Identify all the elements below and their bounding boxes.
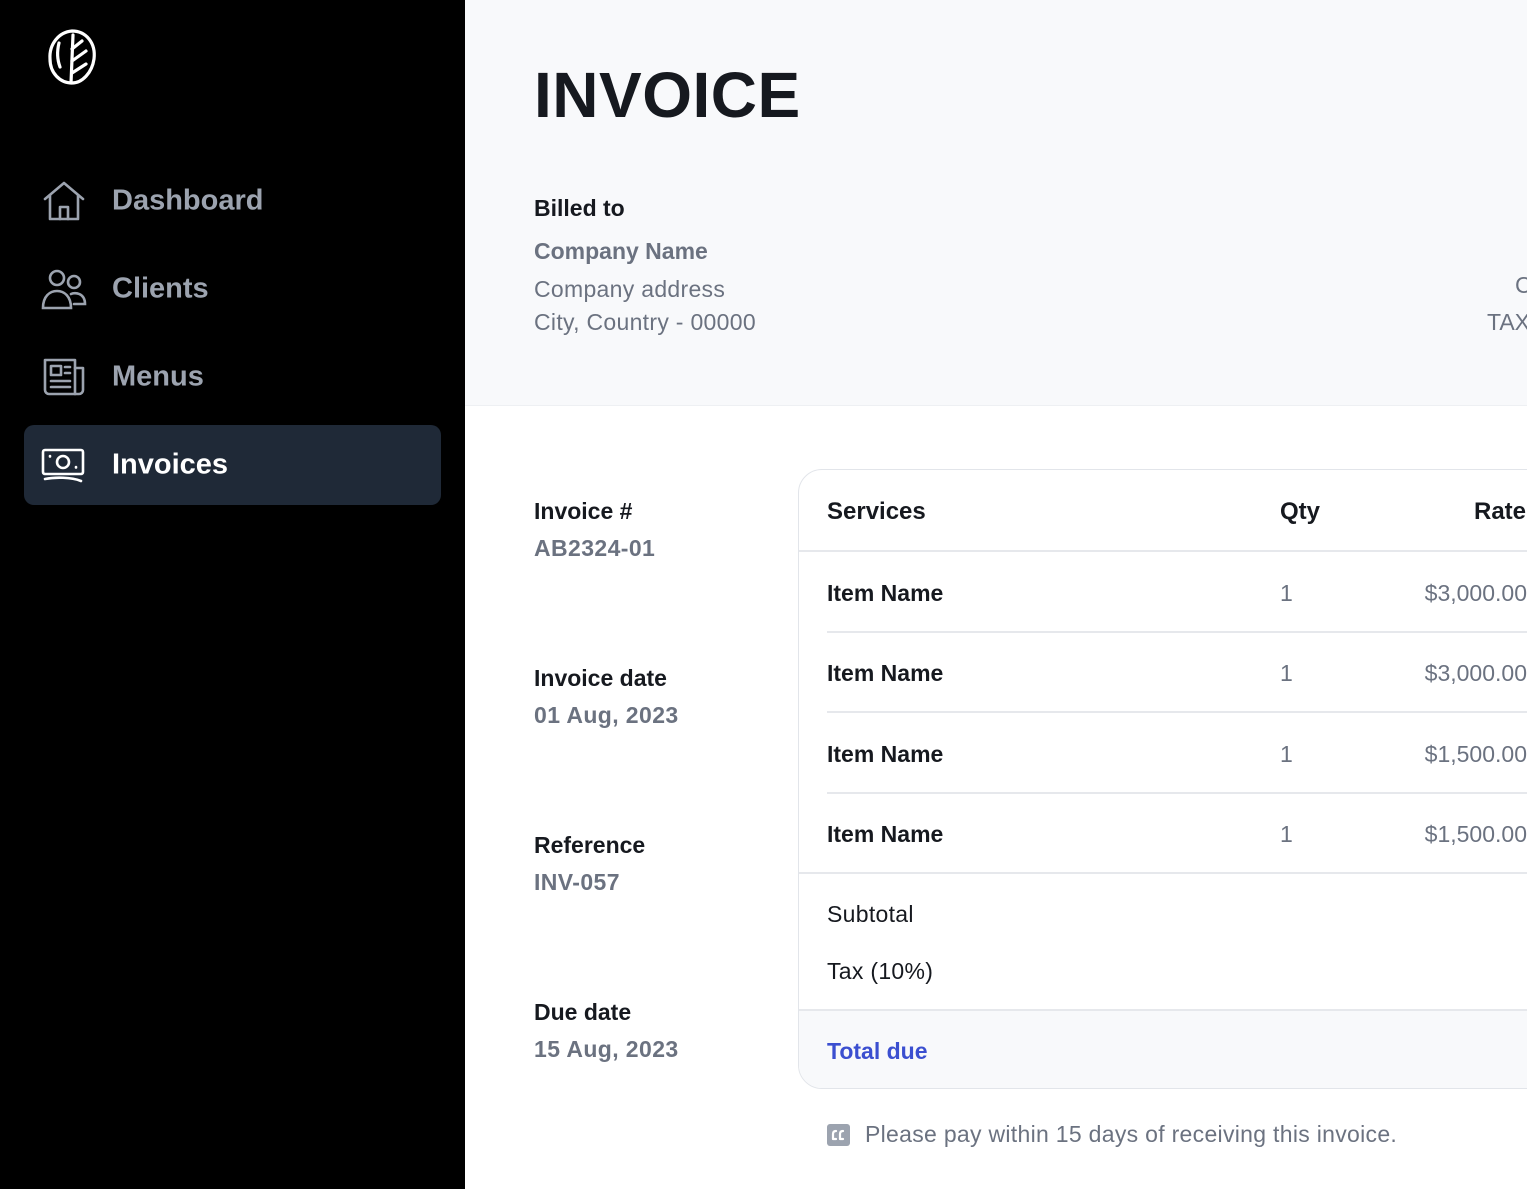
subtotal-label: Subtotal bbox=[827, 901, 914, 927]
divider bbox=[799, 872, 1527, 874]
invoice-number-value: AB2324-01 bbox=[534, 535, 656, 561]
home-icon bbox=[43, 181, 85, 221]
leaf-logo-icon[interactable] bbox=[46, 27, 98, 87]
due-date-label: Due date bbox=[534, 999, 632, 1025]
sidebar-item-label: Dashboard bbox=[112, 184, 264, 217]
users-icon bbox=[41, 269, 87, 310]
services-table: Services Qty Rate Item Name 1 $3,000.00 … bbox=[798, 469, 1527, 1089]
clipped-text: C bbox=[1515, 272, 1527, 298]
company-city: City, Country - 00000 bbox=[534, 309, 756, 335]
item-rate: $3,000.00 bbox=[1424, 580, 1527, 606]
invoice-number-label: Invoice # bbox=[534, 498, 633, 524]
invoice-main: INVOICE Billed to Company Name Company a… bbox=[465, 0, 1527, 1189]
page-title: INVOICE bbox=[534, 59, 801, 131]
sidebar-item-label: Invoices bbox=[112, 448, 229, 481]
invoice-date-value: 01 Aug, 2023 bbox=[534, 702, 679, 728]
invoice-header: INVOICE Billed to Company Name Company a… bbox=[465, 0, 1527, 406]
item-rate: $3,000.00 bbox=[1424, 660, 1527, 686]
sidebar: Dashboard Clients Menus Invoices bbox=[0, 0, 465, 1189]
reference-label: Reference bbox=[534, 832, 646, 858]
item-name: Item Name bbox=[827, 741, 944, 767]
sidebar-item-invoices[interactable]: Invoices bbox=[24, 425, 441, 505]
table-row: Item Name 1 $1,500.00 bbox=[827, 713, 1527, 793]
table-row: Item Name 1 $3,000.00 bbox=[827, 632, 1527, 712]
sidebar-item-menus[interactable]: Menus bbox=[24, 337, 441, 417]
sidebar-item-label: Menus bbox=[112, 360, 204, 393]
column-header-qty: Qty bbox=[1280, 498, 1321, 525]
item-name: Item Name bbox=[827, 821, 944, 847]
tax-label: Tax (10%) bbox=[827, 958, 934, 984]
clipped-tax-text: TAX bbox=[1487, 309, 1527, 335]
sidebar-item-dashboard[interactable]: Dashboard bbox=[24, 161, 441, 241]
item-qty: 1 bbox=[1280, 741, 1293, 767]
sidebar-item-clients[interactable]: Clients bbox=[24, 249, 441, 329]
billed-to-label: Billed to bbox=[534, 195, 625, 221]
newspaper-icon bbox=[43, 358, 85, 396]
column-header-rate: Rate bbox=[1474, 498, 1527, 525]
cash-icon bbox=[41, 448, 85, 483]
total-due-label: Total due bbox=[827, 1038, 928, 1064]
item-qty: 1 bbox=[1280, 580, 1293, 606]
item-qty: 1 bbox=[1280, 660, 1293, 686]
item-rate: $1,500.00 bbox=[1424, 741, 1527, 767]
company-address: Company address bbox=[534, 276, 726, 302]
item-name: Item Name bbox=[827, 580, 944, 606]
quote-icon bbox=[827, 1124, 850, 1146]
sidebar-item-label: Clients bbox=[112, 272, 209, 305]
table-row: Item Name 1 $3,000.00 bbox=[827, 552, 1527, 632]
column-header-services: Services bbox=[827, 498, 926, 525]
item-name: Item Name bbox=[827, 660, 944, 686]
table-row: Item Name 1 $1,500.00 bbox=[827, 793, 1527, 873]
company-name: Company Name bbox=[534, 238, 708, 264]
invoice-date-label: Invoice date bbox=[534, 665, 667, 691]
reference-value: INV-057 bbox=[534, 869, 620, 895]
item-rate: $1,500.00 bbox=[1424, 821, 1527, 847]
due-date-value: 15 Aug, 2023 bbox=[534, 1036, 679, 1062]
total-due-row: Total due bbox=[799, 1009, 1527, 1088]
item-qty: 1 bbox=[1280, 821, 1293, 847]
payment-note: Please pay within 15 days of receiving t… bbox=[865, 1121, 1398, 1147]
